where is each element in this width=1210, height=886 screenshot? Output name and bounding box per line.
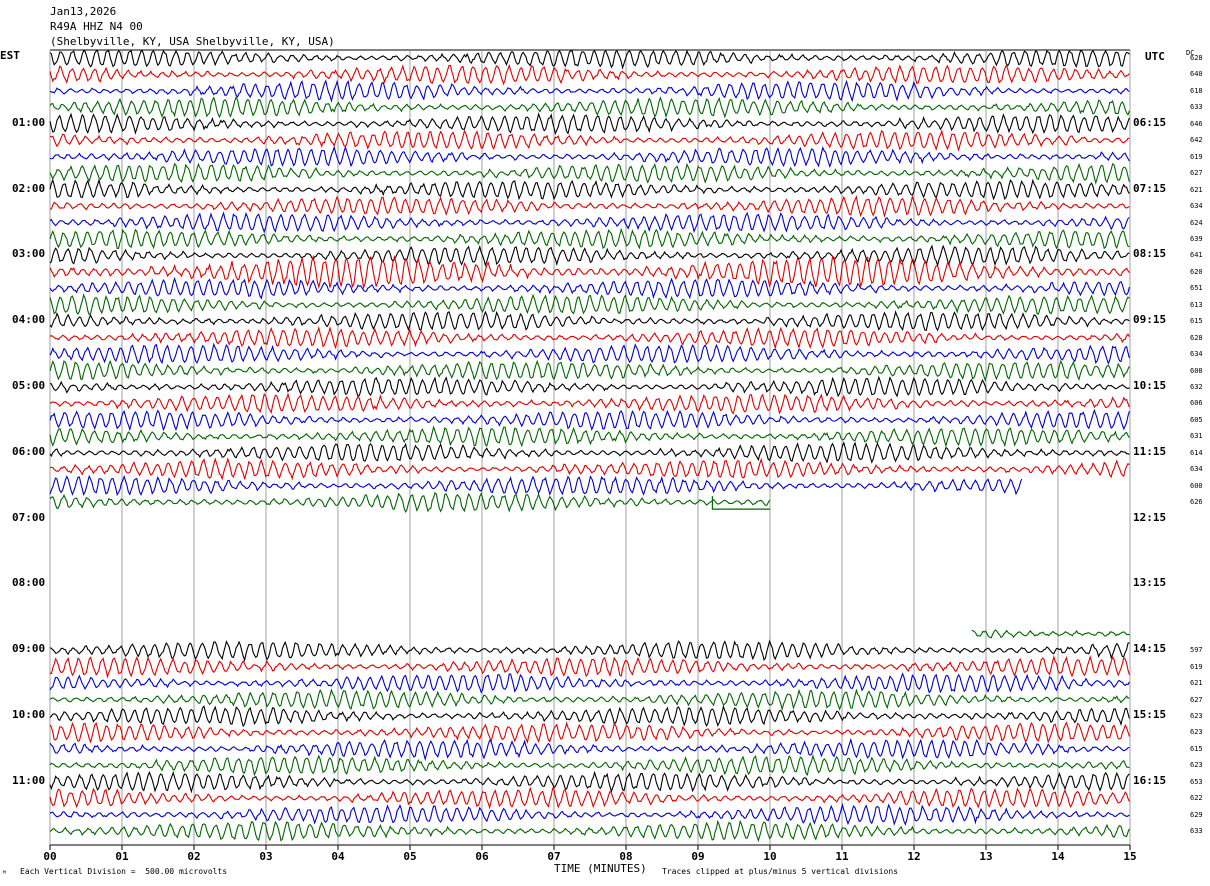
trace-row-8 — [49, 177, 1130, 201]
x-tick-label-15: 15 — [1123, 850, 1136, 863]
trace-row-47 — [49, 819, 1130, 843]
trace-row-36 — [49, 639, 1130, 663]
seismogram-plot: 00 01 02 03 04 05 06 07 08 09 10 11 12 13 14 15 — [43, 49, 1137, 863]
trace-row-43 — [49, 754, 1130, 777]
trace-row-1 — [49, 63, 1130, 86]
trace-row-22 — [49, 408, 1130, 432]
x-tick-label-12: 12 — [907, 850, 920, 863]
trace-row-46 — [49, 802, 1130, 826]
trace-row-45 — [49, 786, 1130, 810]
trace-row-24 — [49, 441, 1130, 464]
trace-row-10 — [49, 211, 1130, 234]
trace-row-16 — [49, 309, 1130, 332]
trace-row-9 — [49, 195, 1130, 219]
trace-row-23 — [49, 425, 1130, 448]
trace-row-18 — [49, 342, 1130, 365]
x-tick-label-10: 10 — [763, 850, 776, 863]
trace-row-39 — [49, 688, 1130, 712]
trace-row-5 — [49, 129, 1130, 153]
scale-note: Each Vertical Division = 500.00 microvol… — [20, 867, 228, 876]
trace-row-6 — [49, 145, 1130, 169]
trace-row-21 — [49, 392, 1130, 415]
x-tick-label-03: 03 — [259, 850, 272, 863]
x-tick-label-13: 13 — [979, 850, 992, 863]
trace-row-26 — [49, 474, 1023, 497]
trace-row-38 — [49, 672, 1130, 694]
trace-row-7 — [49, 162, 1130, 185]
trace-row-25 — [49, 457, 1130, 481]
trace-row-42 — [49, 737, 1130, 762]
trace-row-44 — [49, 770, 1130, 794]
x-tick-label-04: 04 — [331, 850, 345, 863]
trace-row-35-segment — [971, 629, 1130, 639]
trace-row-2 — [49, 79, 1130, 103]
clip-note: Traces clipped at plus/minus 5 vertical … — [662, 867, 899, 876]
trace-row-37 — [49, 654, 1130, 679]
trace-row-3 — [49, 95, 1130, 119]
corner-mark: ᴹ — [2, 869, 7, 878]
x-tick-label-05: 05 — [403, 850, 416, 863]
trace-row-4 — [49, 112, 1130, 136]
x-tick-label-11: 11 — [835, 850, 849, 863]
trace-row-20 — [49, 375, 1130, 398]
trace-row-15 — [49, 293, 1130, 316]
trace-row-0 — [49, 49, 1130, 70]
x-tick-label-00: 00 — [43, 850, 56, 863]
x-tick-label-09: 09 — [691, 850, 704, 863]
x-tick-label-01: 01 — [115, 850, 129, 863]
trace-row-17 — [49, 325, 1130, 350]
trace-row-11 — [49, 227, 1130, 250]
trace-row-41 — [49, 721, 1130, 744]
trace-row-40 — [49, 704, 1130, 728]
trace-row-12 — [49, 244, 1130, 268]
x-tick-label-14: 14 — [1051, 850, 1065, 863]
trace-row-19 — [49, 359, 1130, 382]
x-tick-label-02: 02 — [187, 850, 200, 863]
x-axis-label: TIME (MINUTES) — [554, 862, 647, 875]
x-tick-label-06: 06 — [475, 850, 489, 863]
